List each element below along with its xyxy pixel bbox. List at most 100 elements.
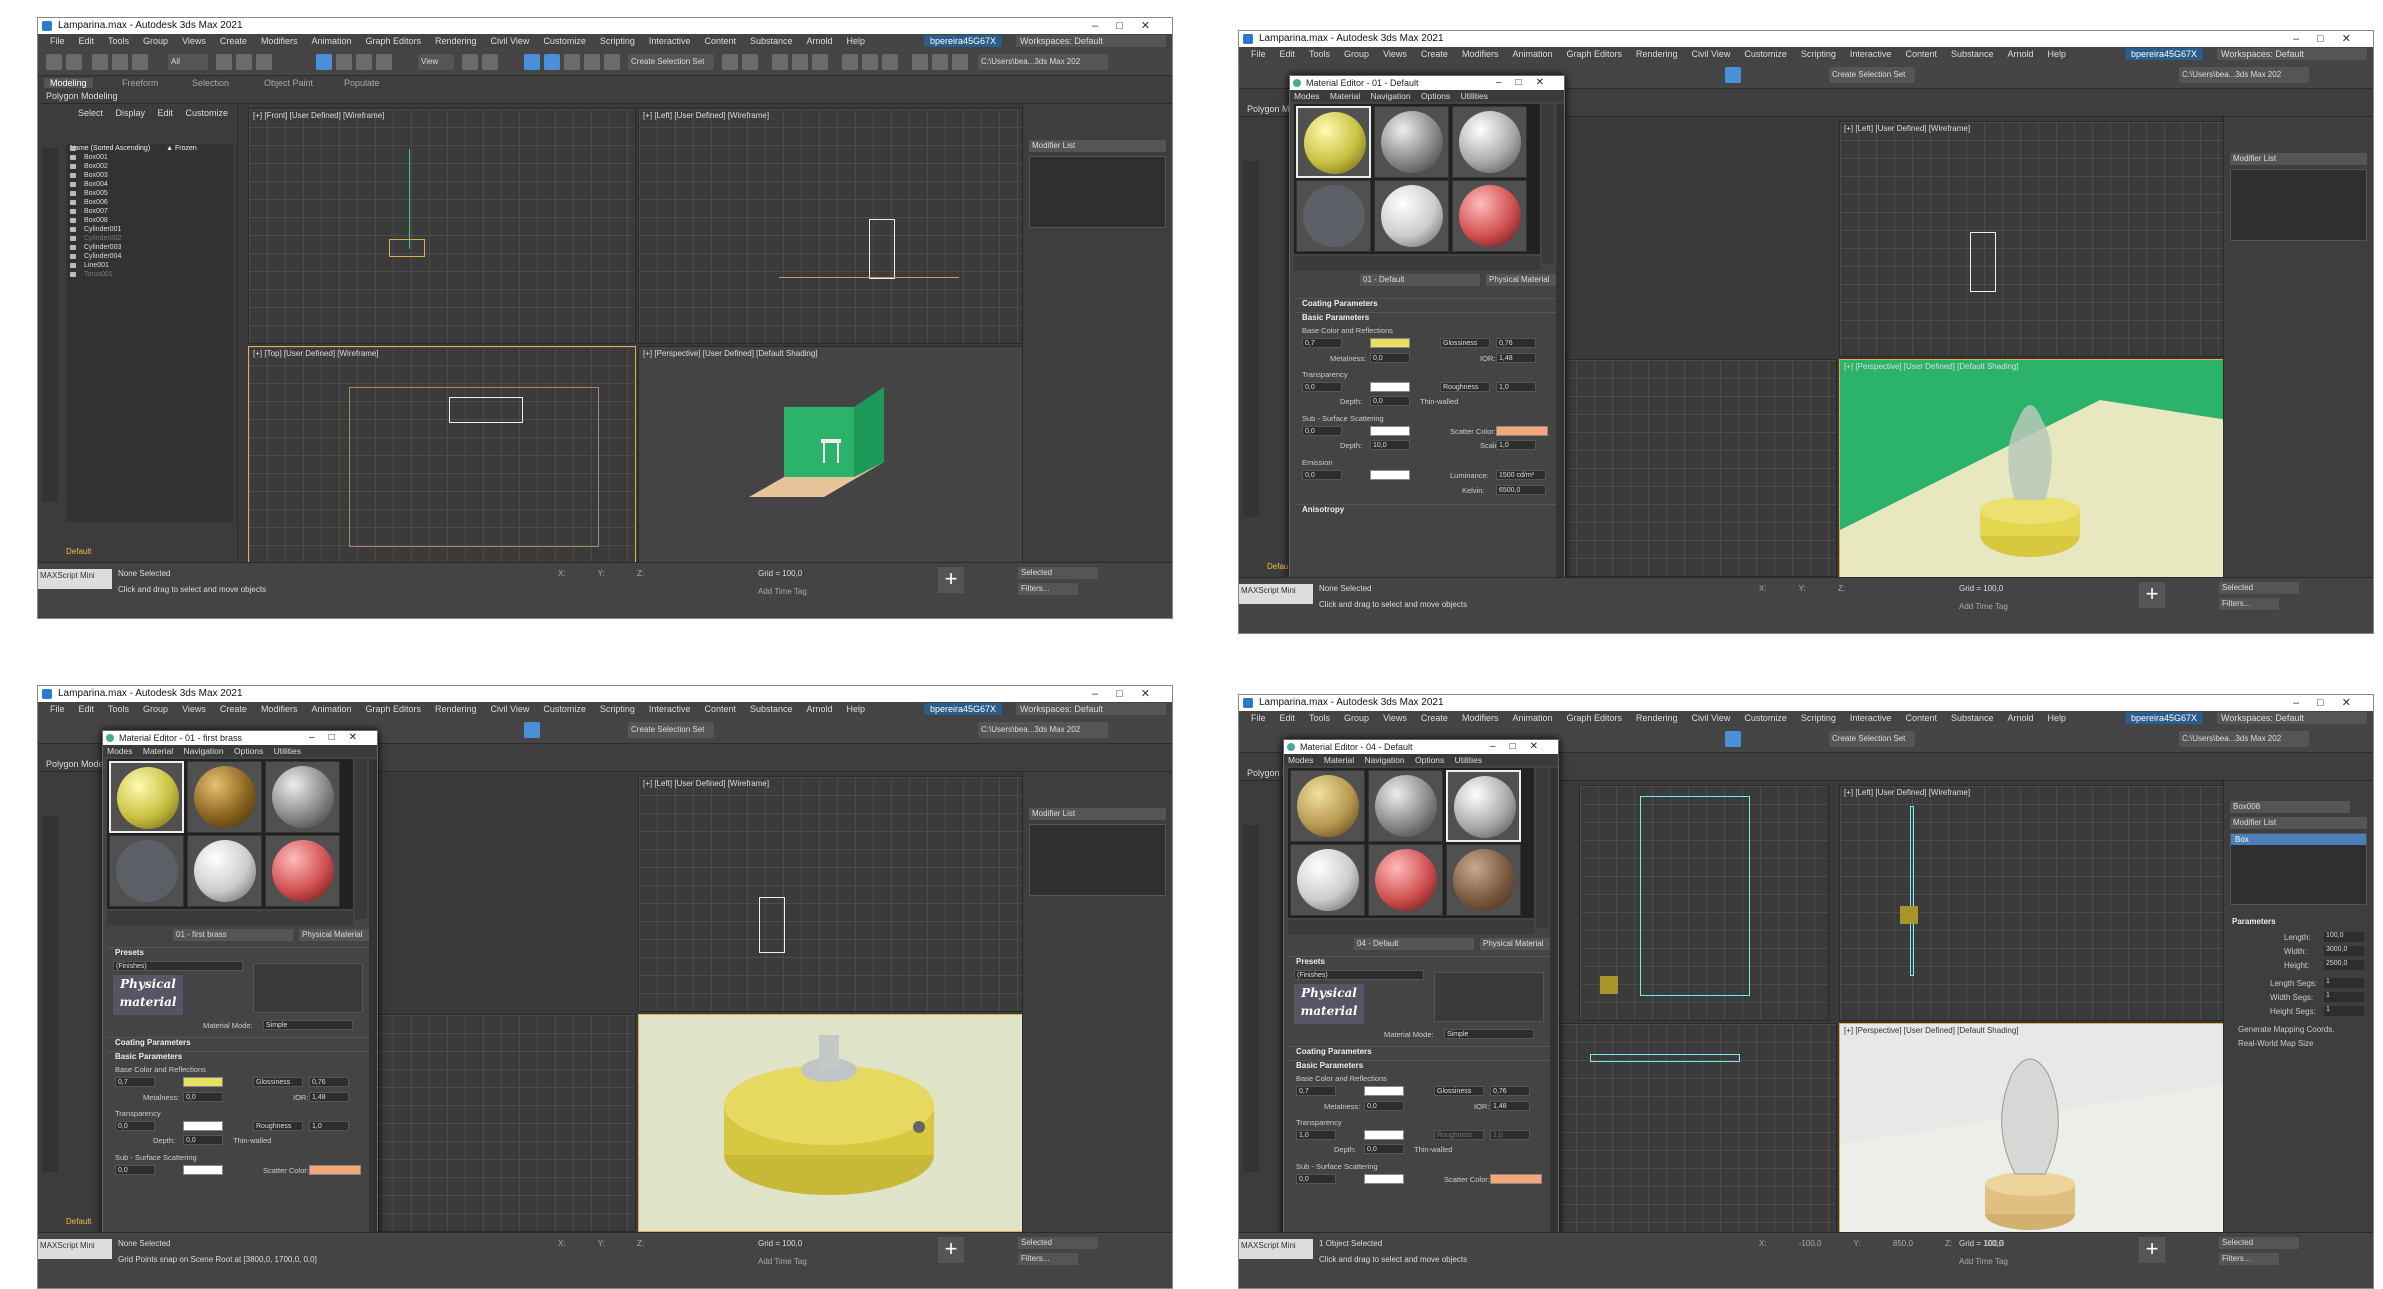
window-controls[interactable]: –□✕ [1092, 686, 1168, 702]
menu-modifiers[interactable]: Modifiers [255, 704, 304, 714]
link-icon[interactable] [92, 54, 108, 70]
param-length-field[interactable]: 100,0 [2324, 932, 2364, 942]
list-item[interactable]: Box001 [66, 153, 233, 162]
menu-substance[interactable]: Substance [744, 36, 799, 46]
sample-slot[interactable] [109, 761, 184, 833]
named-selection-sets-dropdown[interactable]: Create Selection Set [1829, 67, 1915, 83]
menu-animation[interactable]: Animation [305, 704, 357, 714]
window-controls[interactable]: –□✕ [309, 731, 371, 745]
menu-civil-view[interactable]: Civil View [1686, 713, 1737, 723]
list-column-header[interactable]: Name (Sorted Ascending) ▲ Frozen [66, 144, 233, 153]
add-key-button[interactable]: + [2139, 1237, 2165, 1263]
menu-graph-editors[interactable]: Graph Editors [359, 36, 427, 46]
transform-type-in[interactable]: X: Y: Z: [1759, 584, 1845, 593]
menu-tools[interactable]: Tools [1303, 713, 1336, 723]
sample-slot[interactable] [1374, 106, 1449, 178]
material-name-field[interactable]: 01 - Default [1360, 274, 1480, 286]
transparency-field[interactable]: 1,0 [1296, 1130, 1336, 1140]
thin-walled-checkbox[interactable]: Thin-walled [1414, 1145, 1452, 1154]
viewport-left[interactable]: [+] [Left] [User Defined] [Wireframe] [638, 776, 1026, 1012]
add-time-tag[interactable]: Add Time Tag [1959, 1257, 2008, 1266]
basic-parameters-rollout[interactable]: Basic Parameters [107, 1051, 369, 1062]
transform-type-in[interactable]: X: Y: Z: [558, 569, 644, 578]
menu-modifiers[interactable]: Modifiers [1456, 49, 1505, 59]
sss-weight-field[interactable]: 0,0 [1302, 426, 1342, 436]
menu-edit[interactable]: Edit [1274, 713, 1302, 723]
menu-tools[interactable]: Tools [102, 704, 135, 714]
angle-snap-icon[interactable] [544, 54, 560, 70]
viewport-label[interactable]: [+] [Left] [User Defined] [Wireframe] [1844, 124, 1970, 133]
maxscript-listener[interactable]: MAXScript Mini [38, 1239, 112, 1259]
pivot-center-icon[interactable] [462, 54, 478, 70]
menu-edit[interactable]: Edit [73, 36, 101, 46]
menu-help[interactable]: Help [841, 704, 872, 714]
menu-views[interactable]: Views [176, 36, 212, 46]
menu-help[interactable]: Help [2042, 713, 2073, 723]
transform-type-in[interactable]: X: Y: Z: [558, 1239, 644, 1248]
roughness-dropdown[interactable]: Roughness [1440, 382, 1490, 392]
presets-dropdown[interactable]: (Finishes) [1294, 970, 1424, 980]
sss-weight-field[interactable]: 0,0 [1296, 1174, 1336, 1184]
menu-arnold[interactable]: Arnold [2002, 713, 2040, 723]
user-account-button[interactable]: bpereira45G67X [2124, 712, 2203, 724]
scene-explorer-icon[interactable] [772, 54, 788, 70]
material-mode-dropdown[interactable]: Simple [263, 1020, 353, 1030]
emission-color-swatch[interactable] [1370, 470, 1410, 480]
modifier-list-dropdown[interactable]: Modifier List [1029, 140, 1166, 152]
menu-animation[interactable]: Animation [1506, 713, 1558, 723]
material-editor-toolbar[interactable] [1288, 920, 1534, 934]
modifier-stack[interactable] [1029, 156, 1166, 228]
column-frozen[interactable]: ▲ Frozen [166, 145, 197, 152]
material-editor-menu[interactable]: Modes Material Navigation Options Utilit… [1284, 754, 1558, 766]
maxscript-listener[interactable]: MAXScript Mini [1239, 1239, 1313, 1259]
scatter-color-swatch[interactable] [1496, 426, 1548, 436]
sample-slot[interactable] [1368, 844, 1443, 916]
menu-create[interactable]: Create [214, 36, 253, 46]
ribbon-tab-modeling[interactable]: Modeling [44, 78, 93, 88]
base-weight-field[interactable]: 0,7 [1302, 338, 1342, 348]
roughness-field[interactable]: 1,0 [1496, 382, 1536, 392]
base-weight-field[interactable]: 0,7 [115, 1077, 155, 1087]
basic-parameters-rollout[interactable]: Basic Parameters [1288, 1060, 1550, 1071]
glossiness-dropdown[interactable]: Glossiness [1440, 338, 1490, 348]
add-time-tag[interactable]: Add Time Tag [1959, 602, 2008, 611]
menu-arnold[interactable]: Arnold [801, 36, 839, 46]
list-item[interactable]: Box002 [66, 162, 233, 171]
key-filter-dropdown[interactable]: Selected [2219, 582, 2299, 594]
depth-field[interactable]: 0,0 [1370, 396, 1410, 406]
viewport-label[interactable]: [+] [Left] [User Defined] [Wireframe] [643, 111, 769, 120]
ribbon-tab-populate[interactable]: Populate [344, 78, 380, 88]
menu-civil-view[interactable]: Civil View [1686, 49, 1737, 59]
project-path-field[interactable]: C:\Users\bea...3ds Max 202 [978, 722, 1108, 738]
project-path-field[interactable]: C:\Users\bea...3ds Max 202 [2179, 67, 2309, 83]
viewport-left[interactable]: [+] [Left] [User Defined] [Wireframe] [638, 108, 1026, 344]
menu-substance[interactable]: Substance [744, 704, 799, 714]
menu-graph-editors[interactable]: Graph Editors [359, 704, 427, 714]
scrollbar[interactable] [1556, 104, 1564, 578]
viewport-label[interactable]: [+] [Top] [User Defined] [Wireframe] [253, 349, 379, 358]
modifier-list-dropdown[interactable]: Modifier List [2230, 817, 2367, 829]
add-time-tag[interactable]: Add Time Tag [758, 1257, 807, 1266]
menu-interactive[interactable]: Interactive [1844, 713, 1898, 723]
menu-tools[interactable]: Tools [1303, 49, 1336, 59]
glossiness-field[interactable]: 0,76 [309, 1077, 349, 1087]
unlink-icon[interactable] [112, 54, 128, 70]
menu-arnold[interactable]: Arnold [801, 704, 839, 714]
sample-slot[interactable] [1374, 180, 1449, 252]
layer-default[interactable]: Default [66, 547, 91, 556]
viewport-front[interactable] [1579, 785, 1829, 1021]
menu-edit[interactable]: Edit [1274, 49, 1302, 59]
sample-slot[interactable] [1452, 180, 1527, 252]
menu-content[interactable]: Content [698, 704, 742, 714]
coating-parameters-rollout[interactable]: Coating Parameters [107, 1037, 369, 1048]
column-name[interactable]: Name (Sorted Ascending) [70, 145, 150, 152]
depth-field[interactable]: 0,0 [183, 1135, 223, 1145]
roughness-dropdown[interactable]: Roughness [253, 1121, 303, 1131]
stack-item-box[interactable]: Box [2231, 834, 2366, 845]
material-name-field[interactable]: 04 - Default [1354, 938, 1474, 950]
align-icon[interactable] [742, 54, 758, 70]
sample-slot[interactable] [1368, 770, 1443, 842]
list-item[interactable]: Box004 [66, 180, 233, 189]
base-color-swatch[interactable] [183, 1077, 223, 1087]
glossiness-field[interactable]: 0,76 [1496, 338, 1536, 348]
